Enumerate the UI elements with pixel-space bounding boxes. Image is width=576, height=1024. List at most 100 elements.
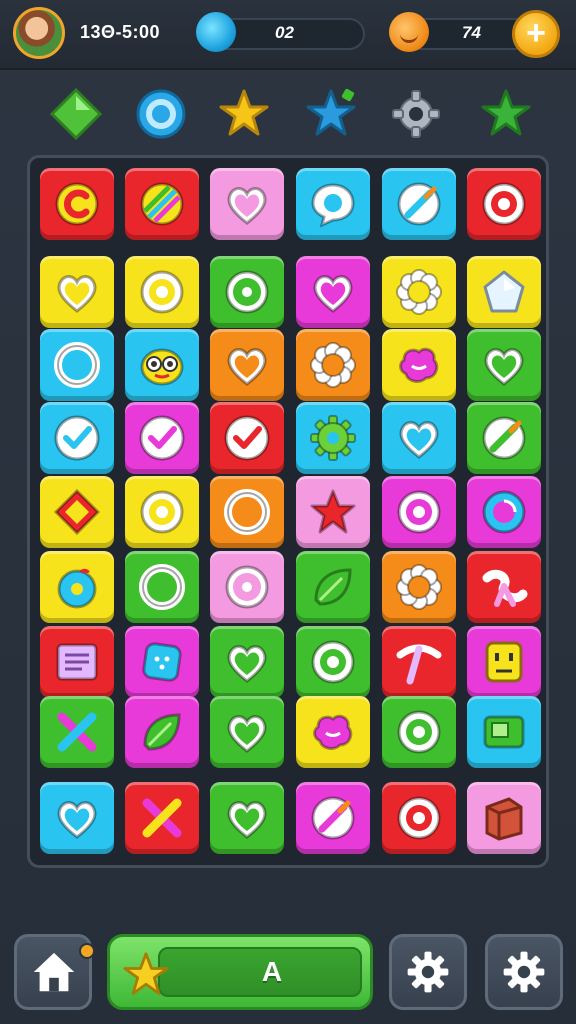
booster-row (0, 80, 576, 150)
tile-r8-c3[interactable] (210, 696, 284, 768)
brush-icon (397, 182, 441, 226)
tile-r7-c4[interactable] (296, 626, 370, 698)
flower-icon (396, 269, 442, 315)
top-bar: 13Θ-5:00 02 74 + (0, 0, 576, 70)
bubble-icon (311, 183, 355, 228)
add-currency-button[interactable]: + (512, 10, 560, 58)
tile-r3-c3[interactable] (210, 329, 284, 401)
play-button[interactable]: A (107, 934, 373, 1010)
yellow-star-icon[interactable] (218, 88, 270, 140)
tile-r3-c1[interactable] (40, 329, 114, 401)
tile-r2-c3[interactable] (210, 256, 284, 328)
brush-icon (482, 416, 526, 460)
tile-r6-c3[interactable] (210, 551, 284, 623)
ring-icon (54, 342, 100, 388)
tile-r3-c4[interactable] (296, 329, 370, 401)
tile-r3-c6[interactable] (467, 329, 541, 401)
tile-r1-c2[interactable] (125, 168, 199, 240)
tile-r6-c6[interactable] (467, 551, 541, 623)
tile-r2-c1[interactable] (40, 256, 114, 328)
tile-r3-c5[interactable] (382, 329, 456, 401)
heart-icon (227, 801, 267, 839)
tile-r1-c1[interactable] (40, 168, 114, 240)
tile-r1-c6[interactable] (467, 168, 541, 240)
tile-r8-c6[interactable] (467, 696, 541, 768)
tile-r9-c6[interactable] (467, 782, 541, 854)
tile-r5-c5[interactable] (382, 476, 456, 548)
tile-r4-c1[interactable] (40, 402, 114, 474)
tile-r7-c6[interactable] (467, 626, 541, 698)
tile-r5-c4[interactable] (296, 476, 370, 548)
tile-r8-c5[interactable] (382, 696, 456, 768)
tile-r7-c3[interactable] (210, 626, 284, 698)
tile-r9-c4[interactable] (296, 782, 370, 854)
swirl-icon (482, 490, 526, 534)
tile-r7-c5[interactable] (382, 626, 456, 698)
green-star-icon[interactable] (480, 88, 532, 140)
tile-r5-c3[interactable] (210, 476, 284, 548)
striped-ball-icon (140, 182, 184, 226)
tile-r3-c2[interactable] (125, 329, 199, 401)
tile-r4-c4[interactable] (296, 402, 370, 474)
tile-r7-c2[interactable] (125, 626, 199, 698)
options-button[interactable] (485, 934, 563, 1010)
target-icon (397, 796, 441, 840)
player-avatar[interactable] (13, 7, 65, 59)
coin-value: 74 (462, 23, 481, 42)
star-icon (310, 489, 356, 534)
target-icon (397, 490, 441, 534)
tile-r2-c5[interactable] (382, 256, 456, 328)
leaf-icon (314, 568, 352, 606)
blob-icon (313, 714, 353, 750)
blue-star-icon[interactable] (305, 88, 357, 140)
tile-r8-c4[interactable] (296, 696, 370, 768)
settings-button[interactable] (389, 934, 467, 1010)
home-button[interactable] (14, 934, 95, 1010)
gear-icon (407, 951, 449, 993)
ring-icon (224, 489, 270, 535)
crate-icon (485, 797, 523, 841)
tile-r9-c2[interactable] (125, 782, 199, 854)
tile-r9-c3[interactable] (210, 782, 284, 854)
tile-r2-c2[interactable] (125, 256, 199, 328)
pickaxe-icon (396, 644, 442, 685)
tile-r9-c1[interactable] (40, 782, 114, 854)
tile-r4-c3[interactable] (210, 402, 284, 474)
tile-r1-c3[interactable] (210, 168, 284, 240)
tile-r6-c1[interactable] (40, 551, 114, 623)
gear-icon (310, 415, 356, 461)
tile-r4-c6[interactable] (467, 402, 541, 474)
tile-r4-c5[interactable] (382, 402, 456, 474)
gem-icon (196, 12, 236, 52)
apple-icon (57, 568, 97, 609)
gear-icon[interactable] (390, 88, 442, 140)
tile-r5-c6[interactable] (467, 476, 541, 548)
tile-r6-c2[interactable] (125, 551, 199, 623)
tile-r2-c6[interactable] (467, 256, 541, 328)
target-icon (140, 490, 184, 534)
tile-r9-c5[interactable] (382, 782, 456, 854)
tile-r1-c4[interactable] (296, 168, 370, 240)
tile-r6-c5[interactable] (382, 551, 456, 623)
tile-r2-c4[interactable] (296, 256, 370, 328)
tile-r8-c1[interactable] (40, 696, 114, 768)
camera-icon (483, 715, 525, 749)
tile-r8-c2[interactable] (125, 696, 199, 768)
robot-icon (485, 641, 523, 683)
heart-icon (57, 275, 97, 313)
heart-icon (227, 645, 267, 683)
tile-r4-c2[interactable] (125, 402, 199, 474)
tile-r5-c2[interactable] (125, 476, 199, 548)
blue-target-icon[interactable] (135, 88, 187, 140)
tile-r5-c1[interactable] (40, 476, 114, 548)
play-button-inner: A (158, 947, 362, 997)
timer-text: 13Θ-5:00 (80, 22, 161, 42)
tile-r7-c1[interactable] (40, 626, 114, 698)
target-icon (397, 710, 441, 754)
note-icon (56, 643, 98, 681)
play-label: A (261, 956, 283, 987)
tile-r1-c5[interactable] (382, 168, 456, 240)
tile-r6-c4[interactable] (296, 551, 370, 623)
green-diamond-icon[interactable] (50, 88, 102, 140)
coin-icon (389, 12, 429, 52)
